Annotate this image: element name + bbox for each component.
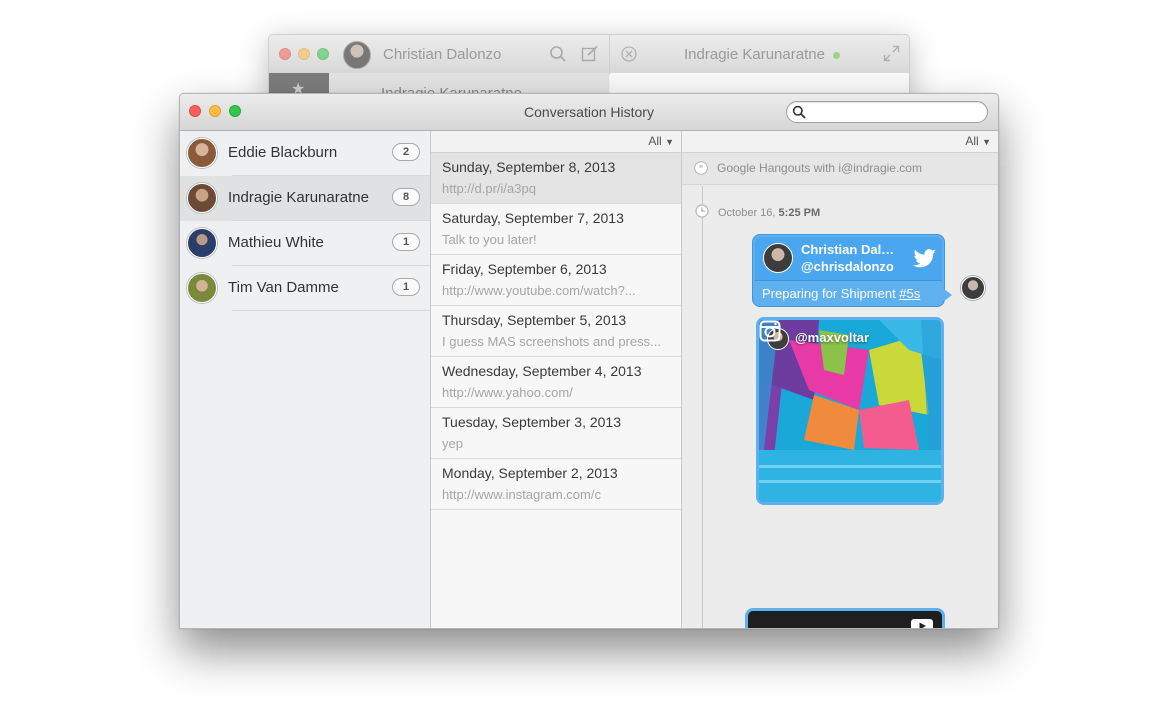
date-preview: yep [442,436,463,451]
tweet-avatar [763,243,793,273]
date-row[interactable]: Monday, September 2, 2013 http://www.ins… [431,459,681,510]
message-count-badge: 2 [392,143,420,161]
contact-name: Eddie Blackburn [228,144,338,161]
message-transcript[interactable]: All ▼ " Google Hangouts with i@indragie.… [682,131,998,628]
contact-avatar [187,183,217,213]
tweet-author-name: Christian Dal… [801,242,895,257]
contact-name: Indragie Karunaratne [228,189,369,206]
bg-contact-avatar [343,41,371,69]
date-row[interactable]: Friday, September 6, 2013 http://www.you… [431,255,681,306]
timeline-line [702,186,703,628]
instagram-card[interactable]: @maxvoltar [756,317,944,505]
bg-conversation-label: Indragie Karunaratne [684,46,825,63]
search-input[interactable] [809,104,983,122]
instagram-username: @maxvoltar [795,330,870,345]
date-title: Monday, September 2, 2013 [442,465,618,481]
titlebar: Conversation History [180,94,998,131]
date-title: Friday, September 6, 2013 [442,261,607,277]
contacts-list: Eddie Blackburn 2 Indragie Karunaratne 8… [180,131,431,628]
messages-filter-dropdown[interactable]: All ▼ [965,134,991,148]
date-preview: Talk to you later! [442,232,537,247]
timestamp: October 16, 5:25 PM [718,207,820,219]
message-count-badge: 1 [392,233,420,251]
date-preview: http://www.instagram.com/c [442,487,601,502]
message-count-badge: 8 [392,188,420,206]
date-preview: http://www.yahoo.com/ [442,385,573,400]
message-count-badge: 1 [392,278,420,296]
search-field[interactable] [786,101,988,123]
contact-row[interactable]: Tim Van Damme 1 [180,266,430,311]
date-row[interactable]: Saturday, September 7, 2013 Talk to you … [431,204,681,255]
date-title: Saturday, September 7, 2013 [442,210,624,226]
messages-filter-bar: All ▼ [682,131,998,153]
filter-label: All [648,134,662,148]
date-preview: http://www.youtube.com/watch?... [442,283,636,298]
compose-icon[interactable] [581,45,599,63]
tweet-text: Preparing for Shipment #5s [762,286,920,301]
contact-row-selected[interactable]: Indragie Karunaratne 8 [180,176,430,221]
date-preview: I guess MAS screenshots and press... [442,334,661,349]
sender-avatar [961,276,985,300]
background-window-controls [279,48,329,60]
close-circle-icon[interactable] [621,46,637,62]
instagram-photo [759,320,941,502]
service-label: Google Hangouts with i@indragie.com [717,161,922,175]
row-separator [232,310,430,311]
contact-row[interactable]: Eddie Blackburn 2 [180,131,430,176]
contact-name: Mathieu White [228,234,324,251]
search-icon[interactable] [549,45,567,63]
youtube-icon [911,619,933,628]
bg-close-button[interactable] [279,48,291,60]
date-row[interactable]: Thursday, September 5, 2013 I guess MAS … [431,306,681,357]
bubble-tail [944,289,952,301]
svg-text:": " [699,164,704,175]
tweet-card[interactable]: Christian Dal… @chrisdalonzo Preparing f… [752,234,945,307]
date-title: Tuesday, September 3, 2013 [442,414,621,430]
search-icon [792,105,806,119]
background-window-titlebar: Christian Dalonzo Indragie Karunaratne [269,35,909,74]
contact-avatar [187,273,217,303]
contact-avatar [187,138,217,168]
tweet-body: Preparing for Shipment [762,286,900,301]
filter-label: All [965,134,979,148]
dates-filter-bar: All ▼ [431,131,681,153]
youtube-video-card[interactable] [745,608,945,628]
quote-icon: " [694,161,708,175]
clock-icon [695,204,709,218]
date-row[interactable]: Wednesday, September 4, 2013 http://www.… [431,357,681,408]
date-preview: http://d.pr/i/a3pq [442,181,536,196]
twitter-bird-icon [913,249,936,268]
chevron-down-icon: ▼ [982,137,991,147]
expand-icon[interactable] [883,45,900,62]
bg-conversation-name: Indragie Karunaratne [684,46,840,63]
date-title: Thursday, September 5, 2013 [442,312,627,328]
online-status-dot [832,51,840,59]
date-row[interactable]: Tuesday, September 3, 2013 yep [431,408,681,459]
chevron-down-icon: ▼ [665,137,674,147]
date-row-selected[interactable]: Sunday, September 8, 2013 http://d.pr/i/… [431,153,681,204]
timestamp-time: 5:25 PM [778,207,821,219]
bg-divider [609,35,610,73]
tweet-hashtag-link[interactable]: #5s [899,286,920,301]
conversation-dates-list: All ▼ Sunday, September 8, 2013 http://d… [431,131,682,628]
conversation-history-window: Conversation History Eddie Blackburn 2 I… [179,93,999,629]
contact-name: Tim Van Damme [228,279,339,296]
date-title: Sunday, September 8, 2013 [442,159,616,175]
contact-row[interactable]: Mathieu White 1 [180,221,430,266]
bg-minimize-button[interactable] [298,48,310,60]
dates-filter-dropdown[interactable]: All ▼ [648,134,674,148]
instagram-camera-icon [759,320,781,342]
timestamp-date: October 16, [718,207,776,219]
tweet-author-handle: @chrisdalonzo [801,259,894,274]
service-header: " Google Hangouts with i@indragie.com [682,153,998,185]
bg-contact-name: Christian Dalonzo [383,46,502,63]
bg-zoom-button[interactable] [317,48,329,60]
contact-avatar [187,228,217,258]
date-title: Wednesday, September 4, 2013 [442,363,642,379]
tweet-header: Christian Dal… @chrisdalonzo [755,237,942,281]
